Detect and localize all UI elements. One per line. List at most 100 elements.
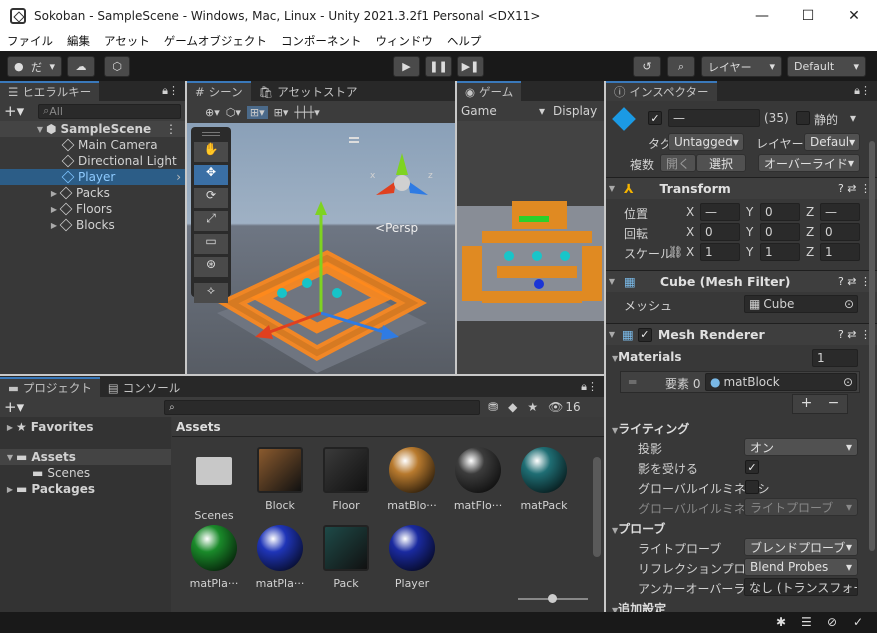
menu-component[interactable]: コンポーネント	[274, 33, 369, 49]
reflection-probe-dropdown[interactable]: Blend Probes ▾	[744, 558, 858, 576]
tag-dropdown[interactable]: Untagged ▾	[668, 133, 744, 151]
scl-x-field[interactable]: 1	[700, 243, 740, 261]
orientation-gizmo[interactable]	[372, 151, 432, 211]
menu-assets[interactable]: アセット	[97, 33, 157, 49]
cast-shadows-dropdown[interactable]: オン ▾	[744, 438, 858, 456]
rot-y-field[interactable]: 0	[760, 223, 800, 241]
maximize-button[interactable]: ☐	[785, 0, 831, 31]
asset-item[interactable]: Pack	[316, 525, 376, 590]
menu-gameobject[interactable]: ゲームオブジェクト	[157, 33, 274, 49]
lighting-foldout[interactable]: ▼ライティング	[612, 420, 689, 437]
play-button[interactable]: ▶	[393, 56, 420, 77]
favorite-filter-icon[interactable]: ★	[527, 400, 538, 414]
asset-item[interactable]: matBlo···	[382, 447, 442, 512]
list-item[interactable]: Directional Light	[0, 153, 185, 169]
expand-icon[interactable]: ▼	[606, 277, 618, 286]
chevron-right-icon[interactable]: ›	[176, 170, 181, 184]
component-menu-icon[interactable]: ? ⇄ ⋮	[838, 182, 871, 195]
rot-z-field[interactable]: 0	[820, 223, 860, 241]
layer-dropdown[interactable]: Defaul ▾	[804, 133, 860, 151]
project-search-input[interactable]: ⌕	[164, 399, 481, 415]
object-picker-icon[interactable]: ⊙	[844, 297, 854, 311]
menu-help[interactable]: ヘルプ	[440, 33, 489, 49]
check-circle-icon[interactable]: ✓	[853, 615, 863, 629]
list-item[interactable]: Main Camera	[0, 137, 185, 153]
asset-item[interactable]: Block	[250, 447, 310, 512]
close-button[interactable]: ✕	[831, 0, 877, 31]
expand-icon[interactable]: ▼	[4, 453, 16, 462]
asset-item[interactable]: matPla···	[184, 525, 244, 590]
light-probe-dropdown[interactable]: ブレンドプローブ ▾	[744, 538, 858, 556]
open-button[interactable]: 開く	[660, 154, 696, 172]
bug-icon[interactable]: ✱	[776, 615, 786, 629]
game-viewport[interactable]	[457, 121, 604, 374]
expand-icon[interactable]: ▼	[34, 125, 46, 134]
pos-x-field[interactable]: —	[700, 203, 740, 221]
lighting-icon[interactable]: ⊘	[827, 615, 837, 629]
link-icon[interactable]: ⛓	[668, 245, 683, 259]
mesh-filter-header[interactable]: ▼ ▦ Cube (Mesh Filter) ? ⇄ ⋮	[606, 270, 877, 292]
mesh-renderer-enabled-checkbox[interactable]: ✓	[637, 327, 652, 342]
assets-row[interactable]: ▼ ▬ Assets	[0, 449, 171, 465]
expand-icon[interactable]: ▶	[48, 205, 60, 214]
scl-z-field[interactable]: 1	[820, 243, 860, 261]
tab-game[interactable]: ◉ ゲーム	[457, 81, 522, 101]
expand-icon[interactable]: ▶	[4, 423, 16, 432]
snap-tool-button[interactable]: ⊞▾	[246, 105, 268, 119]
hand-tool-icon[interactable]: ✋	[194, 142, 228, 162]
asset-item[interactable]: Player	[382, 525, 442, 590]
menu-edit[interactable]: 編集	[60, 33, 97, 49]
rect-tool-icon[interactable]: ▭	[194, 234, 228, 254]
rotate-tool-icon[interactable]: ⟳	[194, 188, 228, 208]
pos-z-field[interactable]: —	[820, 203, 860, 221]
game-display-dropdown[interactable]: Game ▾	[461, 104, 549, 118]
layout-dropdown[interactable]: Default ▾	[787, 56, 866, 77]
display-label[interactable]: Display	[553, 104, 597, 118]
asset-item[interactable]: matFlo···	[448, 447, 508, 512]
menu-file[interactable]: ファイル	[0, 33, 60, 49]
tab-scene[interactable]: # シーン	[187, 81, 251, 101]
lock-icon[interactable]: 🔒︎⋮	[854, 84, 871, 98]
drag-handle-icon[interactable]: ═	[629, 375, 636, 389]
asset-item[interactable]: matPla···	[250, 525, 310, 590]
list-item[interactable]: ▶ Blocks	[0, 217, 185, 233]
asset-item[interactable]: Floor	[316, 447, 376, 512]
projection-toggle[interactable]: <Persp	[375, 221, 418, 235]
lock-icon[interactable]: 🔒︎⋮	[162, 84, 179, 98]
move-tool-icon[interactable]: ✥	[194, 165, 228, 185]
object-picker-icon[interactable]: ⊙	[843, 375, 853, 389]
asset-item[interactable]: Scenes	[184, 447, 244, 522]
scale-tool-icon[interactable]: ⤢	[194, 211, 228, 231]
rot-x-field[interactable]: 0	[700, 223, 740, 241]
overrides-dropdown[interactable]: オーバーライド ▾	[758, 154, 860, 172]
remove-element-button[interactable]: −	[828, 395, 840, 413]
pos-y-field[interactable]: 0	[760, 203, 800, 221]
scenes-row[interactable]: ▬ Scenes	[0, 465, 171, 481]
anchor-override-field[interactable]: なし (トランスフォーム	[744, 578, 858, 596]
search-button[interactable]: ⌕	[667, 56, 695, 77]
global-tool-dropdown[interactable]: ⬡▾	[226, 106, 241, 119]
zoom-slider-handle[interactable]	[548, 594, 557, 603]
collab-button[interactable]: ⬡	[104, 56, 130, 77]
cloud-button[interactable]: ☁	[67, 56, 95, 77]
cache-icon[interactable]: ☰	[801, 615, 812, 629]
hidden-packages-icon[interactable]: 👁︎	[548, 400, 563, 414]
add-icon[interactable]: +▾	[4, 102, 24, 120]
select-button[interactable]: 選択	[696, 154, 746, 172]
history-button[interactable]: ↺	[633, 56, 661, 77]
pause-button[interactable]: ❚❚	[425, 56, 452, 77]
tab-console[interactable]: ▤ コンソール	[99, 376, 189, 397]
transform-header[interactable]: ▼ ⅄ Transform ? ⇄ ⋮	[606, 177, 877, 199]
grid-snap-dropdown[interactable]: ⊞▾	[274, 106, 289, 119]
expand-icon[interactable]: ▼	[606, 184, 618, 193]
list-item[interactable]: Player ›	[0, 169, 185, 185]
favorites-row[interactable]: ▶ ★ Favorites	[0, 419, 171, 435]
add-element-button[interactable]: +	[801, 395, 813, 413]
scl-y-field[interactable]: 1	[760, 243, 800, 261]
materials-foldout[interactable]: ▼Materials	[612, 350, 681, 364]
expand-icon[interactable]: ▶	[48, 189, 60, 198]
component-menu-icon[interactable]: ? ⇄ ⋮	[838, 275, 871, 288]
receive-shadows-checkbox[interactable]: ✓	[745, 460, 759, 474]
increment-snap-dropdown[interactable]: ┼┼┼▾	[294, 106, 319, 119]
mesh-object-field[interactable]: ▦ Cube ⊙	[744, 295, 858, 313]
